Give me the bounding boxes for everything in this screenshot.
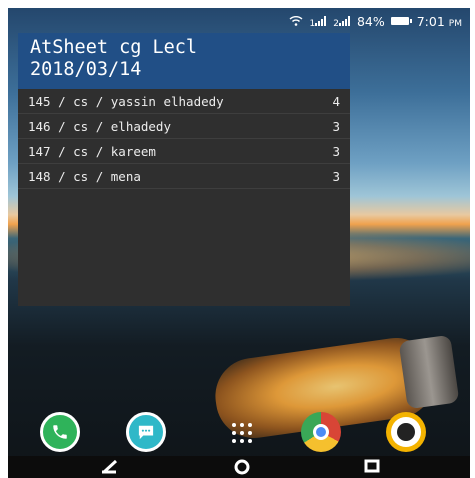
wallpaper-jar-lid [398,334,460,410]
widget-header[interactable]: AtSheet cg Lecl 2018/03/14 [18,33,350,89]
list-item-count: 3 [332,143,340,159]
recents-icon[interactable] [364,458,380,478]
list-item[interactable]: 145 / cs / yassin elhadedy 4 [18,89,350,114]
list-item[interactable]: 147 / cs / kareem 3 [18,139,350,164]
wifi-icon [289,14,303,29]
home-screen: 1 2 84% 7:01 PM AtSheet cg Lecl 2018/03/… [8,8,470,478]
list-item-text: 146 / cs / elhadedy [28,118,171,134]
status-bar: 1 2 84% 7:01 PM [289,12,462,30]
chrome-icon[interactable] [301,412,341,452]
phone-icon[interactable] [40,412,80,452]
clock: 7:01 PM [416,13,462,29]
list-item[interactable]: 148 / cs / mena 3 [18,164,350,189]
back-icon[interactable] [100,458,118,478]
list-item-text: 145 / cs / yassin elhadedy [28,93,224,109]
list-item-text: 147 / cs / kareem [28,143,156,159]
attendance-widget[interactable]: AtSheet cg Lecl 2018/03/14 145 / cs / ya… [18,33,350,306]
signal-sim1-icon: 1 [309,14,327,29]
messages-icon[interactable] [126,412,166,452]
battery-icon [390,17,412,25]
battery-percent: 84% [356,13,385,29]
list-item-text: 148 / cs / mena [28,168,141,184]
navigation-bar [8,456,470,478]
list-item[interactable]: 146 / cs / elhadedy 3 [18,114,350,139]
list-item-count: 3 [332,168,340,184]
widget-date: 2018/03/14 [30,59,142,80]
widget-title: AtSheet cg Lecl [30,37,198,58]
app-dock [8,412,470,456]
signal-sim2-icon: 2 [333,14,351,29]
list-item-count: 3 [332,118,340,134]
app-drawer-icon[interactable] [232,423,252,443]
home-icon[interactable] [233,458,251,478]
list-item-count: 4 [332,93,340,109]
camera-icon[interactable] [386,412,426,452]
